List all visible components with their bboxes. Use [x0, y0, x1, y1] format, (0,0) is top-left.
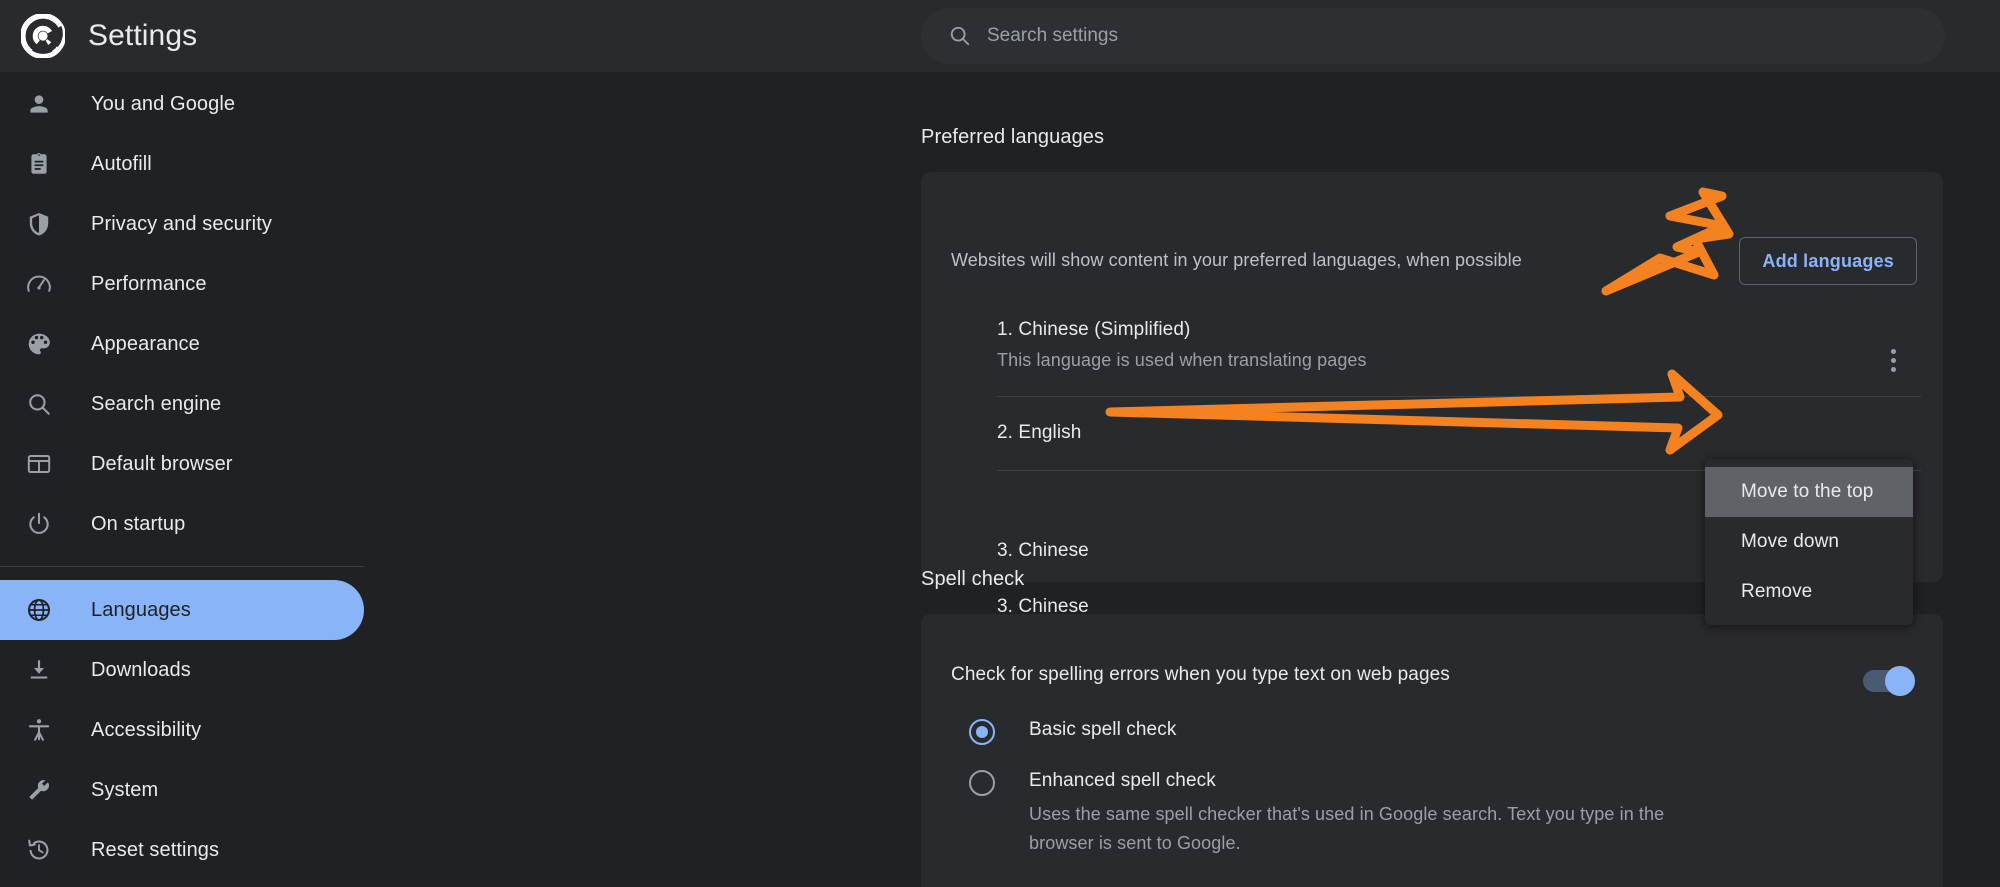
- sidebar-item-default-browser[interactable]: Default browser: [0, 434, 364, 494]
- radio-basic-spell-check[interactable]: [969, 719, 995, 745]
- sidebar-item-label: Default browser: [91, 453, 233, 476]
- palette-icon: [26, 331, 52, 357]
- spell-check-card: Check for spelling errors when you type …: [921, 614, 1943, 887]
- chrome-logo-icon: [21, 14, 65, 58]
- sidebar-item-system[interactable]: System: [0, 760, 364, 820]
- basic-spell-check-label: Basic spell check: [1029, 719, 1176, 741]
- sidebar-item-autofill[interactable]: Autofill: [0, 134, 364, 194]
- sidebar-item-appearance[interactable]: Appearance: [0, 314, 364, 374]
- enhanced-spell-check-label: Enhanced spell check: [1029, 770, 1216, 792]
- magnifier-icon: [26, 391, 52, 417]
- settings-sidebar: You and Google Autofill Privacy and secu…: [0, 72, 365, 887]
- preferred-languages-heading: Preferred languages: [921, 126, 1104, 149]
- sidebar-item-label: System: [91, 779, 158, 802]
- language-row[interactable]: 2. English: [997, 422, 1081, 444]
- sidebar-item-reset-settings[interactable]: Reset settings: [0, 820, 364, 880]
- download-icon: [26, 657, 52, 683]
- app-header: Settings: [0, 0, 2000, 72]
- sidebar-item-label: Reset settings: [91, 839, 219, 862]
- browser-window-icon: [26, 451, 52, 477]
- toggle-knob: [1885, 666, 1915, 696]
- person-icon: [26, 91, 52, 117]
- shield-icon: [26, 211, 52, 237]
- sidebar-item-label: Downloads: [91, 659, 191, 682]
- sidebar-item-search-engine[interactable]: Search engine: [0, 374, 364, 434]
- sidebar-item-on-startup[interactable]: On startup: [0, 494, 364, 554]
- three-dots-vertical-icon: [1891, 358, 1896, 363]
- menu-item-move-down[interactable]: Move down: [1705, 517, 1913, 567]
- sidebar-item-privacy-and-security[interactable]: Privacy and security: [0, 194, 364, 254]
- language-name: 1. Chinese (Simplified): [997, 319, 1367, 341]
- sidebar-item-label: Search engine: [91, 393, 221, 416]
- language-context-menu: Move to the top Move down Remove: [1705, 459, 1913, 625]
- menu-item-move-to-the-top[interactable]: Move to the top: [1705, 467, 1913, 517]
- accessibility-icon: [26, 717, 52, 743]
- search-bar[interactable]: [921, 8, 1945, 64]
- wrench-icon: [26, 777, 52, 803]
- spell-check-toggle[interactable]: [1863, 670, 1913, 692]
- list-divider: [997, 396, 1921, 397]
- history-icon: [26, 837, 52, 863]
- sidebar-item-performance[interactable]: Performance: [0, 254, 364, 314]
- language-overflow-menu-button[interactable]: [1871, 338, 1915, 382]
- sidebar-item-accessibility[interactable]: Accessibility: [0, 700, 364, 760]
- power-icon: [26, 511, 52, 537]
- sidebar-item-label: You and Google: [91, 93, 235, 116]
- radio-enhanced-spell-check[interactable]: [969, 770, 995, 796]
- language-sub-label: This language is used when translating p…: [997, 350, 1367, 371]
- enhanced-spell-check-description: Uses the same spell checker that's used …: [1029, 800, 1719, 858]
- language-name: 2. English: [997, 422, 1081, 444]
- language-name-third: 3. Chinese: [997, 540, 1089, 562]
- three-dots-vertical-icon: [1891, 349, 1896, 354]
- sidebar-item-label: Privacy and security: [91, 213, 272, 236]
- globe-icon: [26, 597, 52, 623]
- sidebar-item-languages[interactable]: Languages: [0, 580, 364, 640]
- sidebar-divider: [0, 566, 364, 567]
- menu-item-remove[interactable]: Remove: [1705, 567, 1913, 617]
- spell-check-toggle-label: Check for spelling errors when you type …: [951, 664, 1450, 686]
- page-title: Settings: [88, 14, 197, 58]
- sidebar-item-you-and-google[interactable]: You and Google: [0, 74, 364, 134]
- sidebar-item-label: Languages: [91, 599, 191, 622]
- speedometer-icon: [26, 271, 52, 297]
- sidebar-item-label: Appearance: [91, 333, 200, 356]
- sidebar-item-downloads[interactable]: Downloads: [0, 640, 364, 700]
- language-row[interactable]: 1. Chinese (Simplified) This language is…: [997, 319, 1367, 371]
- clipboard-icon: [26, 151, 52, 177]
- preferred-languages-description: Websites will show content in your prefe…: [951, 250, 1522, 271]
- sidebar-item-label: On startup: [91, 513, 185, 536]
- sidebar-item-label: Performance: [91, 273, 207, 296]
- sidebar-item-label: Autofill: [91, 153, 152, 176]
- sidebar-item-label: Accessibility: [91, 719, 201, 742]
- spell-check-heading: Spell check: [921, 568, 1024, 591]
- settings-main-content: Preferred languages Websites will show c…: [365, 72, 2000, 887]
- search-input[interactable]: [987, 8, 1927, 64]
- three-dots-vertical-icon: [1891, 367, 1896, 372]
- search-icon: [949, 25, 971, 47]
- add-languages-button[interactable]: Add languages: [1739, 237, 1917, 285]
